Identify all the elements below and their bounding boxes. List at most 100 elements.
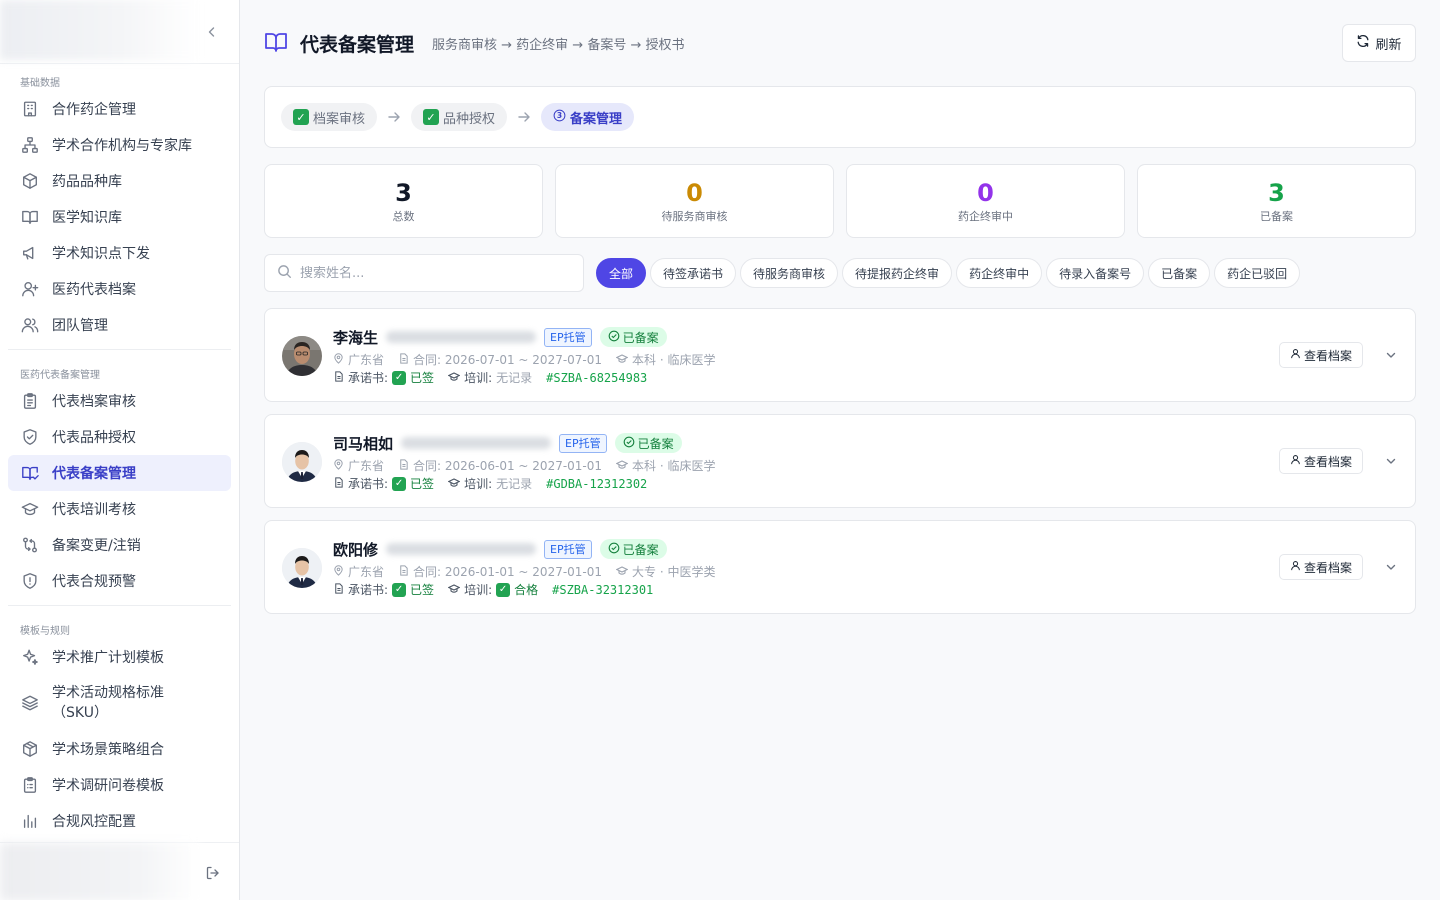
stat-value: 3 — [1268, 178, 1285, 207]
check-icon: ✓ — [392, 582, 407, 597]
graduation-cap-icon — [447, 583, 461, 597]
sidebar-item[interactable]: 学术合作机构与专家库 — [8, 127, 231, 163]
sidebar-section-title: 基础数据 — [20, 78, 60, 89]
company-name-blurred — [386, 543, 537, 555]
status-badge: 已备案 — [599, 327, 667, 347]
user-icon — [1290, 560, 1301, 574]
sidebar-item[interactable]: 医药代表档案 — [8, 271, 231, 307]
sidebar-item-label: 学术推广计划模板 — [52, 650, 164, 666]
workflow-step-label: 备案管理 — [570, 111, 623, 127]
file-icon — [398, 352, 409, 367]
sidebar-item[interactable]: 学术场景策略组合 — [8, 731, 231, 767]
sidebar-item[interactable]: 药品品种库 — [8, 163, 231, 199]
chevron-down-icon[interactable] — [1383, 347, 1399, 363]
filter-chip[interactable]: 全部 — [596, 258, 647, 288]
workflow-step[interactable]: ✓ 品种授权 — [411, 103, 508, 131]
workflow-step[interactable]: 3 备案管理 — [541, 103, 635, 131]
workflow-steps: ✓ 档案审核 ✓ 品种授权 3 备案管理 — [264, 86, 1416, 148]
map-pin-icon — [333, 458, 344, 473]
filter-chip[interactable]: 药企终审中 — [956, 258, 1043, 288]
company-name-blurred — [386, 331, 537, 343]
filter-chip[interactable]: 待服务商审核 — [740, 258, 839, 288]
app-logo-blurred — [0, 0, 200, 60]
chevron-down-icon[interactable] — [1383, 559, 1399, 575]
search-input[interactable] — [300, 265, 560, 281]
check-circle-icon — [608, 542, 620, 557]
sidebar-item[interactable]: 代表品种授权 — [8, 419, 231, 455]
filter-chip[interactable]: 药企已驳回 — [1214, 258, 1301, 288]
ep-badge: EP托管 — [544, 539, 592, 559]
company-name-blurred — [401, 437, 552, 449]
rep-name-row: 李海生 EP托管 已备案 — [333, 326, 667, 348]
svg-text:3: 3 — [557, 111, 562, 120]
province-text: 广东省 — [348, 353, 385, 367]
sidebar-item[interactable]: 学术推广计划模板 — [8, 639, 231, 675]
sidebar-item[interactable]: 医学知识库 — [8, 199, 231, 235]
stat-card: 0 药企终审中 — [846, 164, 1125, 238]
rep-name-row: 欧阳修 EP托管 已备案 — [333, 538, 667, 560]
git-compare-icon — [20, 535, 40, 555]
view-profile-button[interactable]: 查看档案 — [1278, 554, 1363, 580]
workflow-step-label: 档案审核 — [313, 111, 366, 127]
training-value: 无记录 — [496, 477, 533, 491]
status-filter-chips: 全部 待签承诺书 待服务商审核 待提报药企终审 药企终审中 待录入备案号 已备案 药企已驳回 — [596, 258, 1301, 288]
filter-chip[interactable]: 待录入备案号 — [1046, 258, 1145, 288]
shield-check-icon — [20, 427, 40, 447]
training-label: 培训: — [464, 477, 493, 491]
sidebar-item[interactable]: 备案变更/注销 — [8, 527, 231, 563]
graduation-cap-icon — [615, 459, 629, 473]
workflow-step[interactable]: ✓ 档案审核 — [281, 103, 378, 131]
sparkles-icon — [20, 647, 40, 667]
main-content: 代表备案管理 服务商审核 → 药企终审 → 备案号 → 授权书 刷新 ✓ 档案审核… — [264, 0, 1416, 614]
view-profile-button[interactable]: 查看档案 — [1278, 448, 1363, 474]
sidebar-item[interactable]: 学术调研问卷模板 — [8, 767, 231, 803]
stat-label: 总数 — [392, 209, 415, 223]
chevron-left-icon[interactable] — [203, 22, 221, 42]
filter-chip[interactable]: 待签承诺书 — [650, 258, 737, 288]
sidebar-item-label: 学术活动规格标准（SKU） — [52, 685, 164, 721]
sidebar-item[interactable]: 团队管理 — [8, 307, 231, 343]
sidebar-item-label: 学术合作机构与专家库 — [52, 138, 192, 154]
user-icon — [1290, 348, 1301, 362]
user-profile-blurred — [0, 843, 200, 900]
pledge-value: 已签 — [410, 477, 435, 491]
rep-card: 李海生 EP托管 已备案 广东省 合同: 2026-07-01 ~ 2027-07-01… — [264, 308, 1416, 402]
sidebar-item[interactable]: 代表合规预警 — [8, 563, 231, 599]
sidebar-item[interactable]: 合规风控配置 — [8, 803, 231, 839]
meta-education: 大专 · 中医学类 — [615, 563, 716, 580]
chevron-down-icon[interactable] — [1383, 453, 1399, 469]
sidebar-nav[interactable]: 基础数据合作药企管理学术合作机构与专家库药品品种库 医学知识库 学术知识点下发 医药代… — [0, 64, 239, 842]
sidebar-item[interactable]: 学术知识点下发 — [8, 235, 231, 271]
sidebar-footer — [0, 842, 239, 900]
status-badge: 已备案 — [599, 539, 667, 559]
filter-chip[interactable]: 已备案 — [1148, 258, 1211, 288]
filing-number: #SZBA-32312301 — [552, 582, 654, 597]
refresh-button[interactable]: 刷新 — [1342, 24, 1416, 62]
meta-education: 本科 · 临床医学 — [615, 351, 716, 368]
sidebar-item[interactable]: 代表培训考核 — [8, 491, 231, 527]
meta-province: 广东省 — [333, 563, 384, 580]
file-icon — [398, 564, 409, 579]
breadcrumb: 服务商审核 → 药企终审 → 备案号 → 授权书 — [432, 38, 685, 53]
clipboard-list-icon — [20, 391, 40, 411]
box-icon — [20, 739, 40, 759]
sidebar-item[interactable]: 学术活动规格标准（SKU） — [8, 675, 231, 731]
search-box[interactable] — [264, 254, 584, 292]
users-icon — [20, 315, 40, 335]
view-profile-button[interactable]: 查看档案 — [1278, 342, 1363, 368]
sidebar-item[interactable]: 合作药企管理 — [8, 91, 231, 127]
rep-list: 李海生 EP托管 已备案 广东省 合同: 2026-07-01 ~ 2027-07-01… — [264, 308, 1416, 614]
logout-icon[interactable] — [203, 863, 223, 883]
status-label: 已备案 — [622, 330, 659, 345]
filter-chip[interactable]: 待提报药企终审 — [842, 258, 953, 288]
refresh-label: 刷新 — [1375, 37, 1402, 53]
sidebar-item[interactable]: 代表备案管理 — [8, 455, 231, 491]
pledge-status: 承诺书: ✓ 已签 — [333, 581, 434, 598]
view-profile-label: 查看档案 — [1303, 560, 1352, 575]
check-icon: ✓ — [423, 109, 440, 125]
check-icon: ✓ — [293, 109, 309, 125]
sidebar-item[interactable]: 代表档案审核 — [8, 383, 231, 419]
province-text: 广东省 — [348, 565, 385, 579]
education-text: 本科 · 临床医学 — [632, 353, 716, 367]
book-check-icon — [20, 463, 40, 483]
